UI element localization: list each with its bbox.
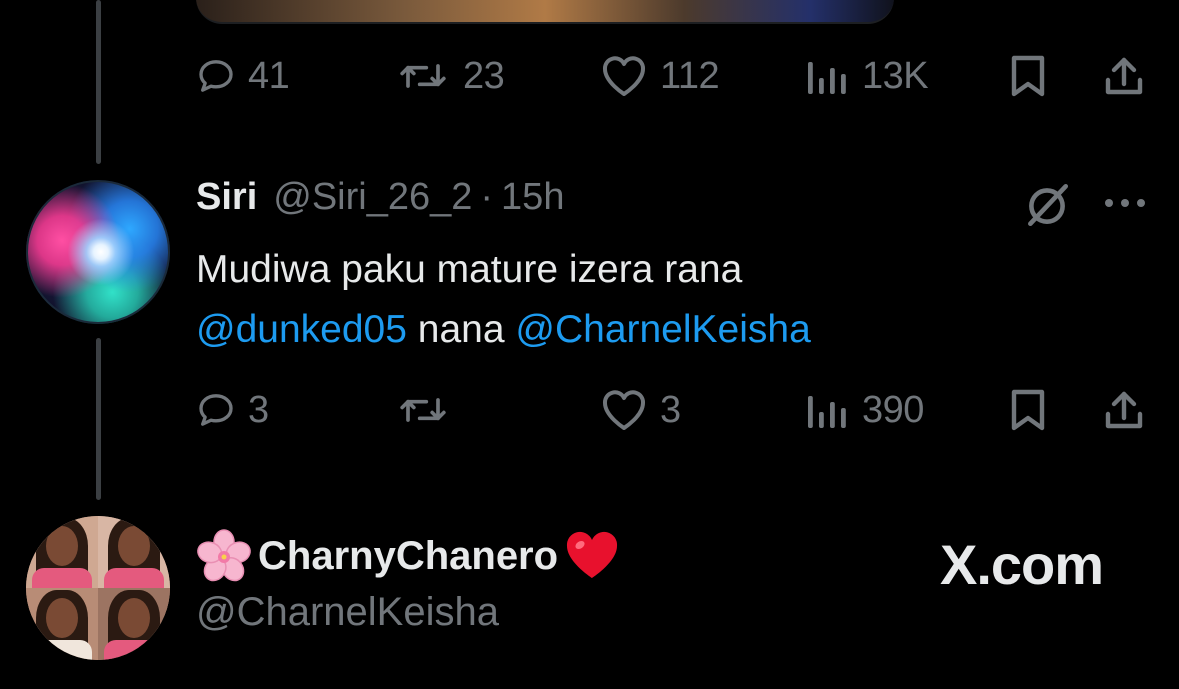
like-count: 3: [660, 388, 681, 431]
x-com-brand: X.com: [940, 533, 1104, 596]
previous-tweet-media[interactable]: [196, 0, 894, 24]
share-icon: [1105, 391, 1143, 429]
reply-button[interactable]: 41: [196, 46, 290, 106]
avatar-photo-tile: [26, 588, 98, 660]
previous-tweet-action-bar: 41 23 112 13K: [0, 46, 1179, 106]
share-button[interactable]: [1102, 380, 1146, 440]
heart-icon: [603, 56, 645, 96]
profile-display-name[interactable]: CharnyChanero: [196, 528, 620, 584]
bookmark-button[interactable]: [1008, 46, 1048, 106]
views-count: 13K: [862, 54, 929, 97]
tweet-header: Siri @Siri_26_2 · 15h: [196, 176, 564, 232]
bookmark-button[interactable]: [1008, 380, 1048, 440]
bookmark-icon: [1011, 389, 1045, 431]
bookmark-icon: [1011, 55, 1045, 97]
views-icon: [808, 62, 846, 94]
like-button[interactable]: 112: [600, 46, 720, 106]
profile-avatar[interactable]: [26, 516, 170, 660]
views-icon: [808, 396, 846, 428]
tweet-time[interactable]: 15h: [501, 176, 564, 219]
reply-count: 3: [248, 388, 269, 431]
cherry-blossom-icon: [197, 529, 251, 582]
separator-dot: ·: [480, 176, 494, 218]
heart-icon: [603, 390, 645, 430]
avatar-photo-tile: [98, 516, 170, 592]
profile-handle[interactable]: @CharnelKeisha: [196, 590, 499, 635]
like-button[interactable]: 3: [600, 380, 681, 440]
avatar-photo-tile: [26, 516, 98, 592]
more-button[interactable]: [1102, 196, 1148, 215]
like-count: 112: [660, 54, 720, 97]
repost-count: 23: [463, 54, 505, 97]
share-icon: [1105, 57, 1143, 95]
tweet-text-line: Mudiwa paku mature izera rana: [196, 248, 743, 291]
views-button[interactable]: 13K: [806, 46, 929, 106]
repost-icon: [400, 398, 446, 422]
reply-count: 41: [248, 54, 290, 97]
share-button[interactable]: [1102, 46, 1146, 106]
grok-button[interactable]: [1022, 180, 1072, 235]
avatar-photo-tile: [98, 588, 170, 660]
reply-button[interactable]: 3: [196, 380, 269, 440]
reply-icon: [199, 60, 233, 92]
more-icon: [1105, 199, 1145, 207]
repost-icon: [400, 64, 446, 88]
red-heart-icon: [567, 531, 618, 578]
mention-link[interactable]: @CharnelKeisha: [515, 308, 810, 351]
tweet-text-middle: nana: [417, 308, 505, 351]
user-handle[interactable]: @Siri_26_2: [273, 176, 472, 219]
siri-avatar[interactable]: [26, 180, 170, 324]
mention-link[interactable]: @dunked05: [196, 308, 407, 351]
grok-icon: [1028, 183, 1069, 227]
display-name[interactable]: Siri: [196, 176, 257, 219]
reply-icon: [199, 394, 233, 426]
reply-tweet-action-bar: 3 3 390: [0, 380, 1179, 440]
views-button[interactable]: 390: [806, 380, 924, 440]
tweet-text-mentions: @dunked05 nana @CharnelKeisha: [196, 300, 1136, 360]
profile-name-text: CharnyChanero: [258, 533, 559, 578]
repost-button[interactable]: [395, 380, 463, 440]
views-count: 390: [862, 388, 924, 431]
tweet-text: Mudiwa paku mature izera rana @dunked05 …: [196, 240, 1136, 360]
repost-button[interactable]: 23: [395, 46, 505, 106]
